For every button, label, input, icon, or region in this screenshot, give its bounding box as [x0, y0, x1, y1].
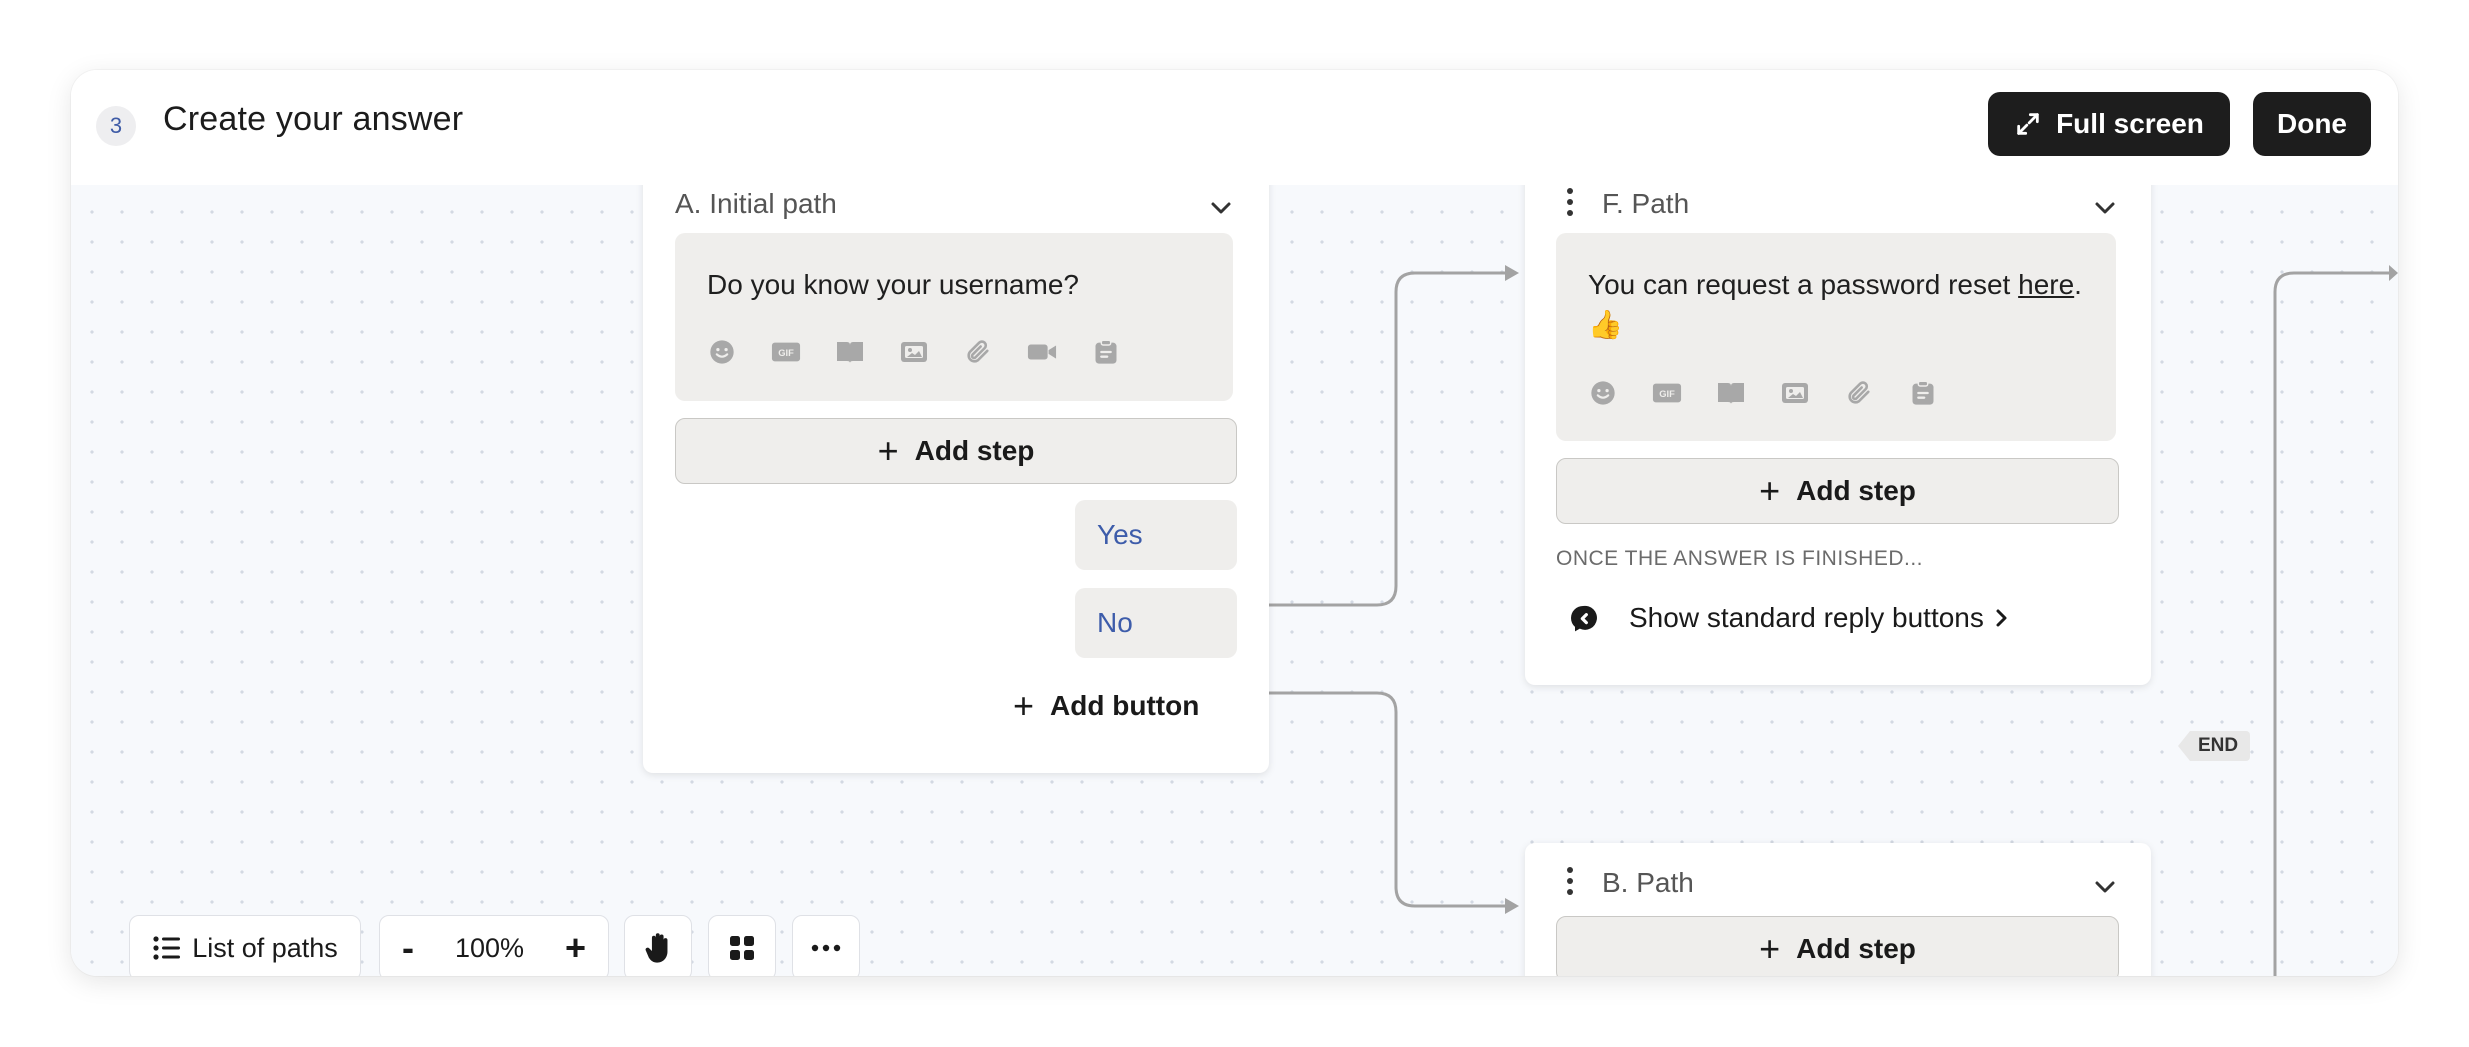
zoom-in-button[interactable]: +: [565, 927, 586, 969]
article-book-icon[interactable]: [1716, 378, 1746, 408]
gif-icon[interactable]: GIF: [1652, 378, 1682, 408]
chevron-down-icon[interactable]: [2094, 880, 2116, 894]
list-of-paths-label: List of paths: [192, 932, 338, 963]
end-tag: END: [2178, 731, 2251, 761]
flow-canvas[interactable]: A. Initial path Do you know your usernam…: [71, 165, 2398, 976]
image-icon[interactable]: [899, 337, 929, 367]
list-of-paths-button[interactable]: List of paths: [129, 915, 361, 976]
add-step-label: Add step: [1796, 475, 1916, 506]
reply-button-label: Yes: [1097, 519, 1143, 550]
add-button[interactable]: + Add button: [1013, 688, 1199, 724]
plus-icon: +: [1013, 685, 1035, 726]
answer-builder-panel: 3 Create your answer Full screen Done A.…: [71, 70, 2398, 976]
gif-icon[interactable]: GIF: [771, 337, 801, 367]
article-book-icon[interactable]: [835, 337, 865, 367]
node-initial-path[interactable]: A. Initial path Do you know your usernam…: [643, 165, 1269, 773]
plus-icon: +: [877, 430, 899, 471]
step-number-badge: 3: [96, 106, 136, 146]
zoom-level: 100%: [454, 932, 525, 963]
node-b-path[interactable]: B. Path + Add step: [1525, 843, 2151, 976]
node-title: A. Initial path: [675, 188, 837, 219]
node-title: F. Path: [1602, 188, 1690, 219]
message-text: You can request a password reset: [1588, 269, 2019, 300]
clipboard-form-icon[interactable]: [1908, 378, 1938, 408]
hand-icon: [645, 933, 668, 963]
chat-bubble-icon: [1571, 605, 1597, 632]
add-step-label: Add step: [1796, 933, 1916, 964]
zoom-control: - 100% +: [379, 915, 609, 976]
pan-hand-tool-button[interactable]: [624, 915, 692, 976]
add-step-button[interactable]: + Add step: [675, 418, 1237, 484]
emoji-icon[interactable]: [707, 337, 737, 367]
standard-reply-label: Show standard reply buttons: [1629, 602, 1984, 633]
svg-text:GIF: GIF: [778, 348, 794, 358]
header: 3 Create your answer Full screen Done: [71, 70, 2398, 185]
message-toolbar: GIF: [707, 337, 1121, 367]
attachment-paperclip-icon[interactable]: [1844, 378, 1874, 408]
more-options-button[interactable]: [792, 915, 860, 976]
show-standard-reply-buttons-link[interactable]: Show standard reply buttons: [1567, 602, 2010, 634]
reply-button-yes[interactable]: Yes: [1075, 500, 1237, 570]
plus-icon: +: [1759, 928, 1781, 969]
drag-handle-kebab-icon[interactable]: [1565, 866, 1575, 902]
message-toolbar: GIF: [1588, 378, 1938, 408]
drag-handle-kebab-icon[interactable]: [1565, 187, 1575, 223]
video-camera-icon[interactable]: [1027, 337, 1057, 367]
message-bubble[interactable]: You can request a password reset here. 👍…: [1556, 233, 2116, 441]
node-title: B. Path: [1602, 867, 1694, 898]
more-dots-icon: [811, 944, 841, 952]
message-link[interactable]: here: [2018, 269, 2074, 300]
reply-button-label: No: [1097, 607, 1133, 638]
once-finished-label: ONCE THE ANSWER IS FINISHED...: [1556, 547, 1923, 570]
svg-text:GIF: GIF: [1659, 389, 1675, 399]
emoji-icon[interactable]: [1588, 378, 1618, 408]
full-screen-button[interactable]: Full screen: [1988, 92, 2230, 156]
zoom-out-button[interactable]: -: [402, 927, 414, 969]
page-title: Create your answer: [163, 100, 464, 138]
done-button[interactable]: Done: [2253, 92, 2371, 156]
image-icon[interactable]: [1780, 378, 1810, 408]
message-text: Do you know your username?: [707, 269, 1079, 300]
plus-icon: +: [1759, 470, 1781, 511]
layout-grid-button[interactable]: [708, 915, 776, 976]
grid-icon: [730, 936, 754, 960]
add-step-label: Add step: [914, 435, 1035, 466]
chevron-right-icon: [1996, 609, 2007, 627]
add-step-button[interactable]: + Add step: [1556, 916, 2119, 976]
chevron-down-icon[interactable]: [1210, 201, 1232, 215]
reply-button-no[interactable]: No: [1075, 588, 1237, 658]
clipboard-form-icon[interactable]: [1091, 337, 1121, 367]
add-step-button[interactable]: + Add step: [1556, 458, 2119, 524]
node-f-path[interactable]: F. Path You can request a password reset…: [1525, 165, 2151, 685]
chevron-down-icon[interactable]: [2094, 201, 2116, 215]
message-bubble[interactable]: Do you know your username? GIF: [675, 233, 1233, 401]
list-icon: [153, 936, 181, 960]
full-screen-label: Full screen: [2056, 108, 2204, 139]
attachment-paperclip-icon[interactable]: [963, 337, 993, 367]
expand-icon: [2017, 113, 2039, 135]
add-button-label: Add button: [1050, 690, 1200, 721]
